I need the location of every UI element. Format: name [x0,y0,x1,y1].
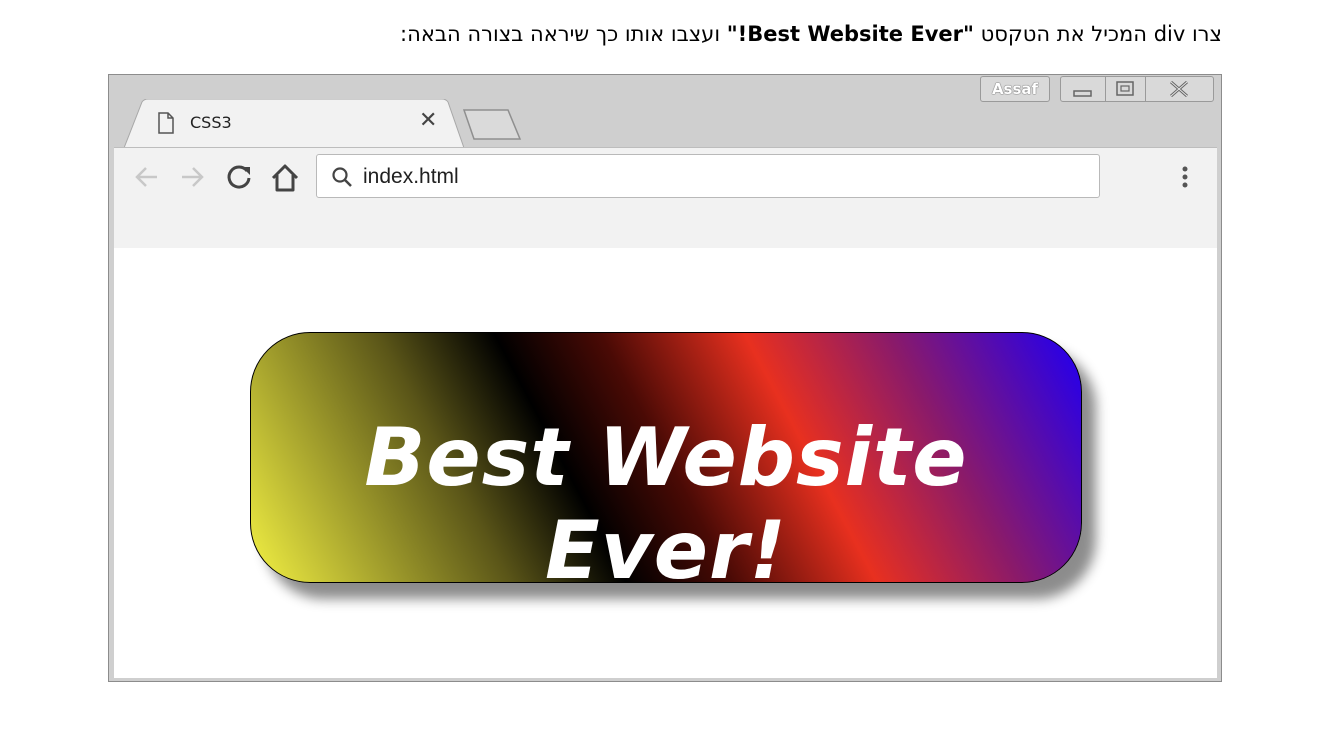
close-window-button[interactable] [1145,77,1213,101]
window-controls [1060,76,1214,102]
address-bar[interactable]: index.html [316,154,1100,198]
tab-close-icon[interactable]: ✕ [419,110,437,132]
maximize-icon [1116,81,1134,96]
back-arrow-icon[interactable] [133,163,161,191]
address-text: index.html [363,165,459,188]
search-icon [332,167,352,187]
tab-title: CSS3 [190,113,232,132]
instruction-before: צרו div המכיל את הטקסט [973,22,1222,46]
user-profile-button[interactable]: Assaf [980,76,1050,102]
maximize-button[interactable] [1105,77,1146,101]
new-tab-button[interactable] [462,108,522,142]
tab-css3[interactable] [124,99,464,149]
reload-icon[interactable] [225,163,253,191]
document-icon [158,112,174,134]
forward-arrow-icon[interactable] [178,163,206,191]
instruction-text: צרו div המכיל את הטקסט "Best Website Eve… [222,22,1222,46]
home-icon[interactable] [270,163,300,193]
instruction-after: ועצבו אותו כך שיראה בצורה הבאה: [400,22,727,46]
minimize-button[interactable] [1061,77,1106,101]
tab-shape [124,99,464,149]
minimize-icon [1073,90,1092,97]
close-icon [1170,80,1188,98]
gradient-banner: Best Website Ever! [250,332,1082,597]
instruction-bold: "Best Website Ever!" [726,22,974,46]
banner-text: Best Website Ever! [364,411,968,597]
more-menu-icon[interactable] [1178,165,1192,191]
